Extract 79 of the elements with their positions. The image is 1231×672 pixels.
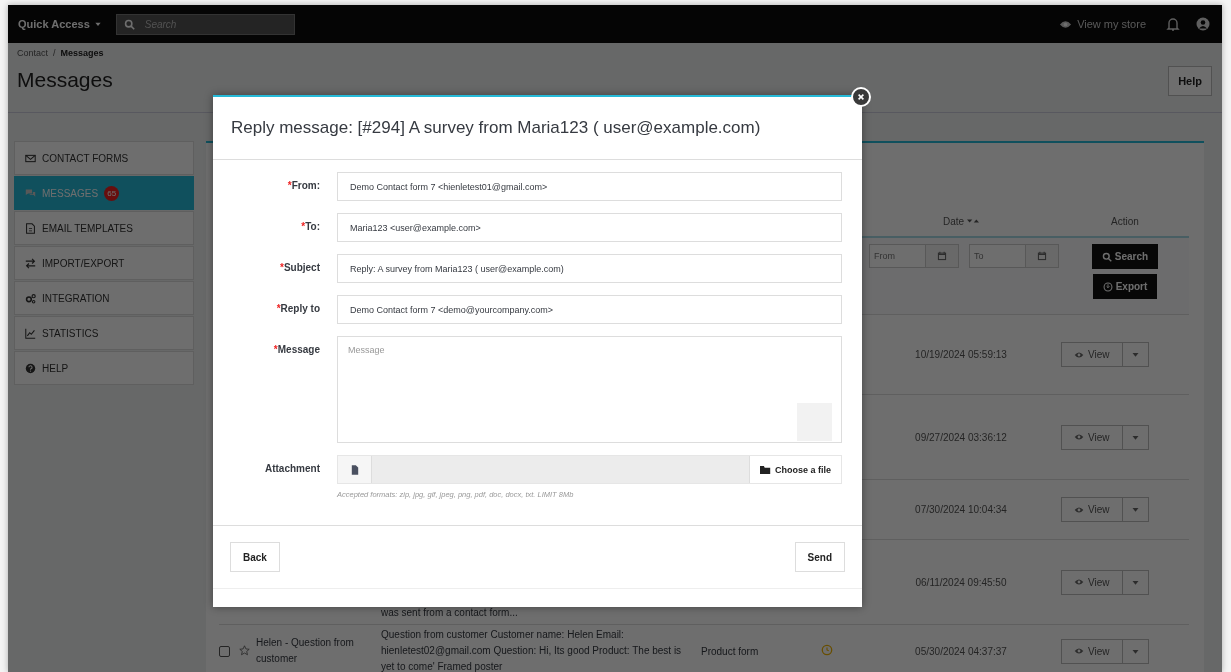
cogs-icon: [25, 292, 36, 304]
page-title: Messages: [17, 68, 114, 92]
view-button[interactable]: View: [1061, 569, 1123, 595]
dropdown-button[interactable]: [1122, 497, 1149, 522]
textarea-corner-block: [797, 403, 832, 441]
sidebar-item[interactable]: IMPORT/EXPORT: [14, 246, 194, 280]
star-icon[interactable]: [239, 644, 250, 656]
calendar-icon: [1037, 251, 1047, 261]
sidebar-item[interactable]: HELP: [14, 351, 194, 385]
help-button[interactable]: Help: [1168, 66, 1212, 96]
date-text: 06/11/2024 09:45:50: [915, 576, 1007, 588]
date-text: 05/30/2024 04:37:37: [915, 645, 1007, 657]
dropdown-button[interactable]: [1122, 569, 1149, 595]
input-field[interactable]: Reply: A survey from Maria123 ( user@example.com): [337, 254, 842, 283]
swap-arrows-icon: [25, 257, 36, 269]
export-button[interactable]: Export: [1092, 274, 1158, 299]
breadcrumb-link[interactable]: Contact: [17, 48, 49, 58]
date-text: 10/19/2024 05:59:13: [915, 349, 1007, 360]
sort-arrows-icon: [967, 218, 980, 224]
column-header[interactable]: Date: [942, 215, 980, 227]
eye-icon: [1074, 577, 1084, 587]
field-label: *Subject: [278, 261, 320, 275]
caret-icon: [93, 20, 102, 28]
search-icon: [123, 18, 135, 30]
count-badge: 65: [104, 185, 120, 201]
view-button[interactable]: View: [1061, 424, 1123, 450]
row-checkbox[interactable]: [219, 645, 230, 657]
input-field[interactable]: Maria123 <user@example.com>: [337, 213, 842, 242]
user-icon[interactable]: [1196, 17, 1210, 31]
message-field[interactable]: Message: [337, 336, 842, 443]
sender-name[interactable]: Helen - Question from customer: [256, 635, 375, 667]
question-circle-icon: [25, 362, 36, 374]
chat-bubbles-icon: [25, 187, 36, 199]
dropdown-button[interactable]: [1122, 638, 1149, 664]
dialog-title: Reply message: [#294] A survey from Maria123 ( user@example.com): [231, 118, 761, 138]
message-preview: Question from customer Customer name: Helen Email: hienletest02@gmail.com Question: Hi, Its good Product: The best is yet to come' Framed poster: [381, 629, 682, 672]
sidebar-item[interactable]: EMAIL TEMPLATES: [14, 211, 194, 245]
line-chart-icon: [25, 327, 36, 339]
field-label: *To:: [300, 220, 320, 234]
field-label: *From:: [286, 179, 320, 193]
input-field[interactable]: Demo Contact form 7 <demo@yourcompany.com>: [337, 295, 842, 324]
caret-icon: [1130, 505, 1140, 514]
calendar-button[interactable]: [926, 244, 959, 268]
dropdown-button[interactable]: [1122, 424, 1149, 450]
export-icon: [1102, 281, 1113, 292]
close-icon: [857, 93, 865, 101]
sidebar-item[interactable]: STATISTICS: [14, 316, 194, 350]
form-name: Product form: [701, 645, 759, 657]
search-icon: [1101, 251, 1112, 262]
view-button[interactable]: View: [1061, 497, 1123, 522]
sidebar-item[interactable]: MESSAGES 65: [14, 176, 194, 210]
calendar-icon: [937, 251, 947, 261]
date-text: 07/30/2024 10:04:34: [915, 504, 1007, 515]
view-button[interactable]: View: [1061, 638, 1123, 664]
field-label: *Message: [272, 343, 320, 357]
envelope-icon: [25, 152, 36, 164]
input-field[interactable]: Demo Contact form 7 <hienletest01@gmail.com>: [337, 172, 842, 201]
back-button[interactable]: Back: [230, 542, 280, 572]
clock-icon: [821, 644, 833, 656]
sidebar-item[interactable]: CONTACT FORMS: [14, 141, 194, 175]
search-button[interactable]: Search: [1091, 244, 1159, 269]
field-label: *Reply to: [275, 302, 320, 316]
view-button[interactable]: View: [1061, 342, 1123, 367]
field-label: Attachment: [264, 462, 320, 476]
document-icon: [25, 222, 36, 234]
bell-icon[interactable]: [1166, 17, 1180, 31]
view-store-link[interactable]: View my store: [1059, 17, 1146, 31]
eye-icon: [1074, 432, 1084, 442]
calendar-button[interactable]: [1026, 244, 1059, 268]
caret-icon: [1130, 350, 1140, 359]
sidebar-item[interactable]: INTEGRATION: [14, 281, 194, 315]
column-header: Action: [1111, 215, 1139, 227]
eye-icon: [1074, 646, 1084, 656]
breadcrumb-separator: /: [53, 48, 56, 58]
date-text: 09/27/2024 03:36:12: [915, 431, 1007, 443]
dropdown-button[interactable]: [1122, 342, 1149, 367]
send-button[interactable]: Send: [794, 542, 845, 572]
message-preview: was sent from a contact form...: [381, 607, 518, 618]
quick-access-menu[interactable]: Quick Access: [18, 18, 102, 30]
